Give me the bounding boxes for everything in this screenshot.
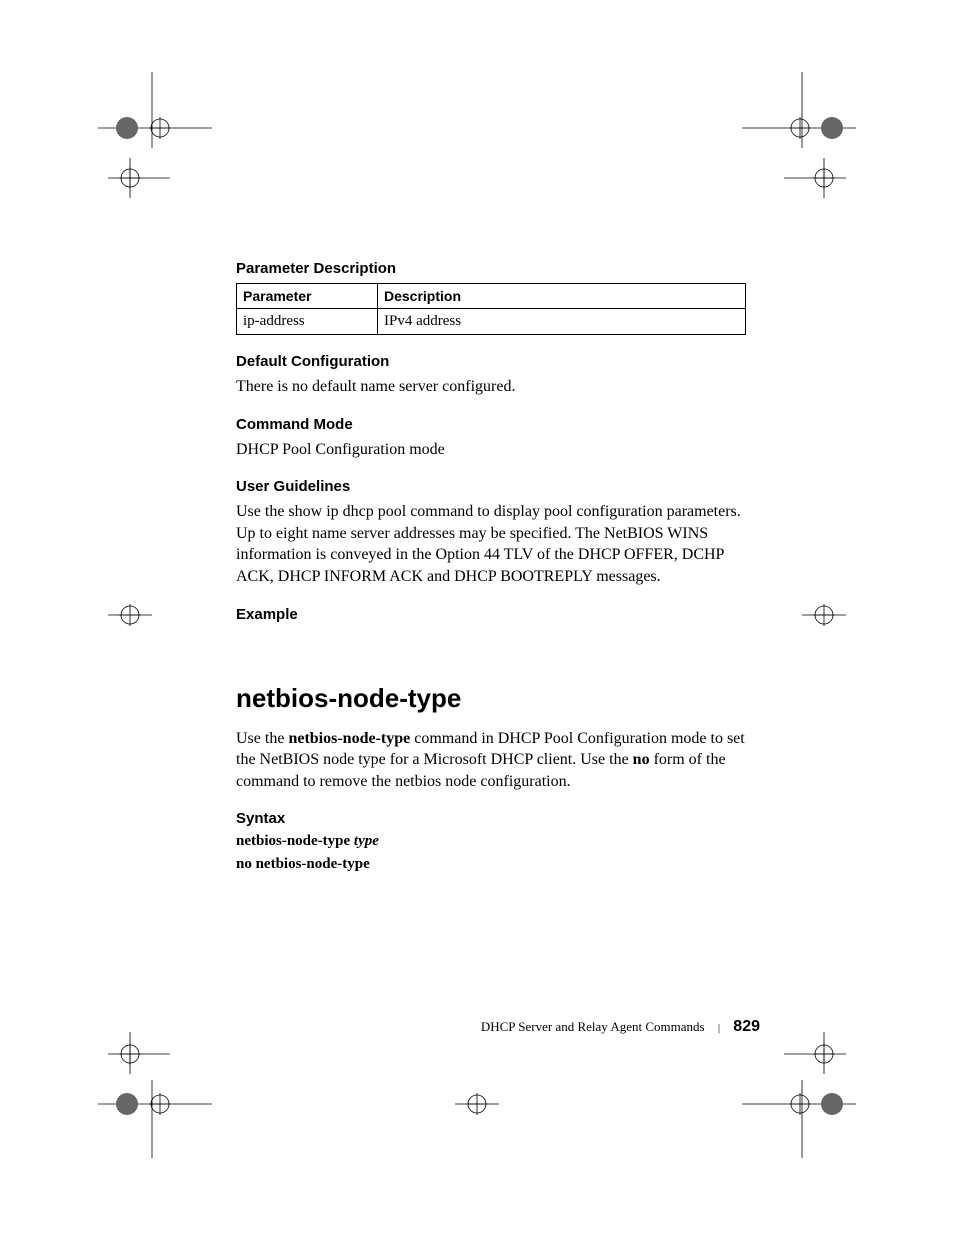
heading-example: Example <box>236 606 746 623</box>
footer-separator-icon: | <box>718 1022 720 1034</box>
parameter-table: Parameter Description ip-address IPv4 ad… <box>236 283 746 335</box>
table-cell-param: ip-address <box>237 309 378 335</box>
footer-section-title: DHCP Server and Relay Agent Commands <box>481 1019 705 1034</box>
text-command-mode: DHCP Pool Configuration mode <box>236 439 746 461</box>
heading-user-guidelines: User Guidelines <box>236 478 746 495</box>
heading-command-name: netbios-node-type <box>236 683 746 714</box>
text-command-description: Use the netbios-node-type command in DHC… <box>236 728 746 793</box>
table-header-parameter: Parameter <box>237 284 378 309</box>
table-header-description: Description <box>378 284 746 309</box>
syntax-argument: type <box>354 833 379 849</box>
table-header-row: Parameter Description <box>237 284 746 309</box>
page-content: Parameter Description Parameter Descript… <box>236 260 746 879</box>
heading-default-configuration: Default Configuration <box>236 353 746 370</box>
heading-command-mode: Command Mode <box>236 416 746 433</box>
syntax-command: netbios-node-type <box>236 833 350 849</box>
footer-page-number: 829 <box>733 1018 760 1035</box>
syntax-line-1: netbios-node-type type <box>236 833 746 850</box>
text-default-configuration: There is no default name server configur… <box>236 376 746 398</box>
syntax-line-2: no netbios-node-type <box>236 856 746 873</box>
page-footer: DHCP Server and Relay Agent Commands | 8… <box>438 1018 760 1036</box>
table-cell-desc: IPv4 address <box>378 309 746 335</box>
text-no-bold: no <box>633 751 650 768</box>
heading-syntax: Syntax <box>236 810 746 827</box>
table-row: ip-address IPv4 address <box>237 309 746 335</box>
text-fragment: Use the <box>236 730 288 747</box>
text-command-bold: netbios-node-type <box>288 730 410 747</box>
text-user-guidelines: Use the show ip dhcp pool command to dis… <box>236 501 746 587</box>
heading-parameter-description: Parameter Description <box>236 260 746 277</box>
